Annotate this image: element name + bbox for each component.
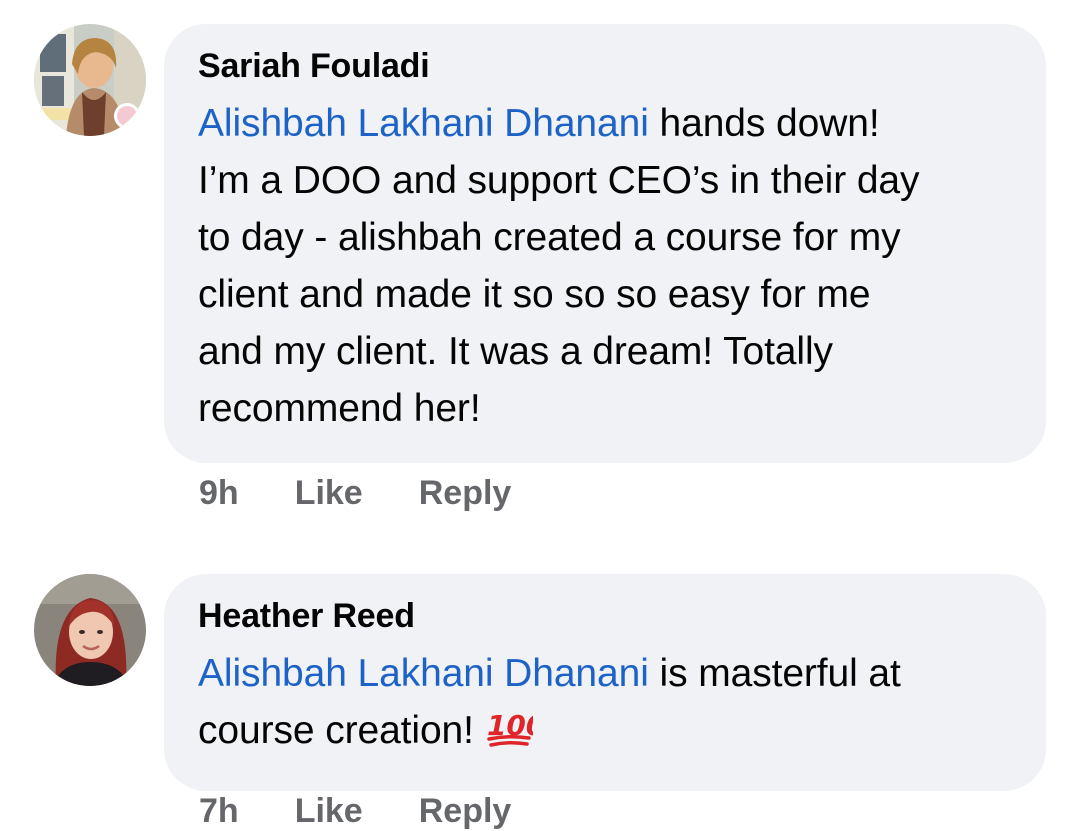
comment-author[interactable]: Heather Reed: [198, 596, 1012, 636]
avatar[interactable]: [34, 24, 146, 136]
avatar-photo: [34, 24, 146, 136]
like-button[interactable]: Like: [295, 792, 363, 831]
comment-text: Alishbah Lakhani Dhanani is masterful at…: [198, 645, 1012, 765]
comment-timestamp[interactable]: 7h: [199, 792, 239, 831]
like-button[interactable]: Like: [295, 474, 363, 513]
comment-text-line: client and made it so so so easy for me: [198, 273, 871, 316]
comment-text-line: recommend her!: [198, 387, 481, 430]
comment-text-line: I’m a DOO and support CEO’s in their day: [198, 159, 920, 202]
comment-bubble: Heather Reed Alishbah Lakhani Dhanani is…: [164, 574, 1046, 791]
comment-text-line: to day - alishbah created a course for m…: [198, 216, 901, 259]
comment-timestamp[interactable]: 9h: [199, 474, 239, 513]
avatar-photo: [34, 574, 146, 686]
mention-link[interactable]: Alishbah Lakhani Dhanani: [198, 102, 649, 145]
avatar[interactable]: [34, 574, 146, 686]
mention-link[interactable]: Alishbah Lakhani Dhanani: [198, 652, 649, 695]
reply-button[interactable]: Reply: [419, 474, 512, 513]
comment-actions: 7h Like Reply: [199, 792, 511, 831]
comment-author[interactable]: Sariah Fouladi: [198, 46, 1012, 86]
comment-text-line: hands down!: [648, 102, 880, 145]
hundred-points-icon: 100: [485, 705, 545, 765]
comment-text-line: and my client. It was a dream! Totally: [198, 330, 833, 373]
reply-button[interactable]: Reply: [419, 792, 512, 831]
comment-text-line: is masterful at: [648, 652, 901, 695]
comment-actions: 9h Like Reply: [199, 474, 511, 513]
comment-text: Alishbah Lakhani Dhanani hands down! I’m…: [198, 95, 1012, 437]
comment-bubble: Sariah Fouladi Alishbah Lakhani Dhanani …: [164, 24, 1046, 463]
comment-text-line: course creation!: [198, 709, 485, 752]
